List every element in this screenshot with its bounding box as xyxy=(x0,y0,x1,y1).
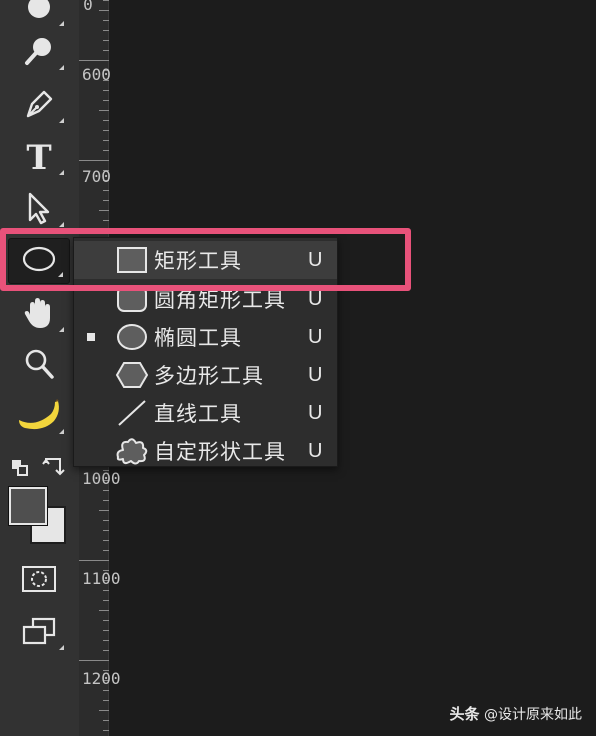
type-tool[interactable]: T xyxy=(8,135,70,181)
zoom-icon xyxy=(22,347,56,385)
menu-item-check xyxy=(87,295,95,303)
pen-icon xyxy=(22,87,56,125)
watermark-handle: @设计原来如此 xyxy=(484,707,582,723)
line-icon xyxy=(114,395,150,431)
menu-item-line-tool[interactable]: 直线工具 U xyxy=(74,394,337,432)
menu-item-shortcut: U xyxy=(308,325,323,348)
dodge-tool[interactable] xyxy=(8,30,70,76)
watermark-brand: 头条 xyxy=(449,705,480,723)
foreground-color-swatch[interactable] xyxy=(8,486,48,526)
watermark: 头条 @设计原来如此 xyxy=(450,703,582,724)
menu-item-label: 自定形状工具 xyxy=(154,440,286,464)
path-selection-icon xyxy=(24,191,54,229)
pen-tool[interactable] xyxy=(8,83,70,129)
path-selection-tool[interactable] xyxy=(8,187,70,233)
menu-item-check xyxy=(87,333,95,341)
menu-item-ellipse-tool[interactable]: 椭圆工具 U xyxy=(74,318,337,356)
magnifier-dodge-icon xyxy=(22,34,56,72)
ruler-label: 1100 xyxy=(82,569,121,589)
screen-mode-icon xyxy=(21,616,57,650)
banana-icon xyxy=(17,398,61,436)
quick-mask-icon xyxy=(21,565,57,597)
swap-colors-icon[interactable] xyxy=(42,455,66,481)
blur-tool[interactable] xyxy=(8,0,70,32)
hand-icon xyxy=(22,295,56,335)
ruler-label: 700 xyxy=(82,167,111,187)
menu-item-shortcut: U xyxy=(308,363,323,386)
blur-drop-icon xyxy=(24,0,54,26)
ruler-label: 1000 xyxy=(82,469,121,489)
quick-mask-tool[interactable] xyxy=(8,558,70,604)
screen-mode-tool[interactable] xyxy=(8,610,70,656)
tools-panel: T xyxy=(0,0,79,736)
menu-item-polygon-tool[interactable]: 多边形工具 U xyxy=(74,356,337,394)
ellipse-icon xyxy=(114,319,150,355)
ruler-label: 1200 xyxy=(82,669,121,689)
ruler-label: 0 xyxy=(83,0,93,14)
menu-item-label: 多边形工具 xyxy=(154,364,264,388)
menu-item-label: 椭圆工具 xyxy=(154,326,242,350)
banana-tool[interactable] xyxy=(8,394,70,440)
annotation-highlight-box xyxy=(0,228,411,291)
zoom-tool[interactable] xyxy=(8,343,70,389)
menu-item-shortcut: U xyxy=(308,439,323,462)
menu-item-check xyxy=(87,409,95,417)
custom-shape-icon xyxy=(114,433,150,469)
polygon-icon xyxy=(114,357,150,393)
menu-item-label: 直线工具 xyxy=(154,402,242,426)
menu-item-check xyxy=(87,371,95,379)
menu-item-check xyxy=(87,447,95,455)
hand-tool[interactable] xyxy=(8,292,70,338)
default-colors-icon[interactable] xyxy=(10,458,30,480)
type-icon: T xyxy=(26,138,52,178)
menu-item-custom-shape-tool[interactable]: 自定形状工具 U xyxy=(74,432,337,470)
menu-item-shortcut: U xyxy=(308,401,323,424)
ruler-label: 600 xyxy=(82,65,111,85)
